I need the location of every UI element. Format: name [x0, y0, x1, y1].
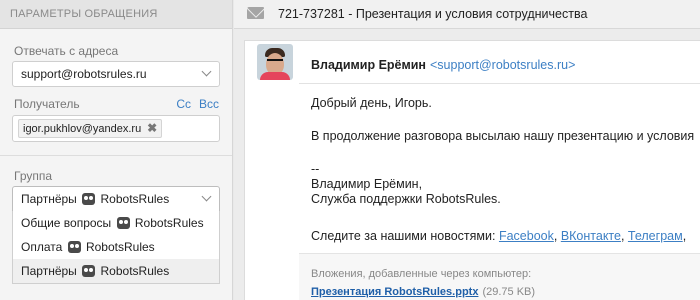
group-select[interactable]: Партнёры RobotsRules — [12, 186, 220, 212]
reply-from-label: Отвечать с адреса — [14, 44, 119, 58]
sender-email[interactable]: <support@robotsrules.ru> — [430, 58, 575, 72]
greeting-line: Добрый день, Игорь. — [311, 96, 432, 110]
remove-recipient-icon[interactable]: ✖ — [147, 121, 157, 135]
facebook-link[interactable]: Facebook — [499, 229, 554, 243]
reply-from-value: support@robotsrules.ru — [21, 67, 147, 81]
group-option-brand: RobotsRules — [100, 264, 170, 278]
recipient-label: Получатель — [14, 97, 80, 111]
sender-name: Владимир Ерёмин — [311, 58, 426, 72]
intro-line: В продолжение разговора высылаю нашу пре… — [311, 129, 695, 143]
group-option-label: Общие вопросы — [21, 216, 112, 230]
section-divider — [0, 155, 232, 156]
bcc-link[interactable]: Bcc — [199, 97, 219, 111]
signature-name: Владимир Ерёмин, — [311, 177, 423, 191]
chevron-down-icon — [201, 66, 212, 77]
robot-logo-icon — [82, 193, 96, 205]
recipient-field[interactable]: igor.pukhlov@yandex.ru ✖ — [12, 115, 220, 142]
ticket-title: 721-737281 - Презентация и условия сотру… — [278, 7, 588, 21]
robot-logo-icon — [82, 265, 96, 277]
ticket-params-panel: ПАРАМЕТРЫ ОБРАЩЕНИЯ Отвечать с адреса su… — [0, 0, 233, 300]
panel-header: ПАРАМЕТРЫ ОБРАЩЕНИЯ — [0, 0, 232, 29]
recipient-chip[interactable]: igor.pukhlov@yandex.ru ✖ — [18, 119, 163, 138]
telegram-link[interactable]: Телеграм — [628, 229, 683, 243]
envelope-icon — [247, 7, 264, 19]
attachments-label: Вложения, добавленные через компьютер: — [311, 268, 532, 280]
vk-link[interactable]: ВКонтакте — [561, 229, 621, 243]
group-selected-value: Партнёры — [21, 192, 77, 206]
robot-logo-icon — [67, 241, 81, 253]
signature-team: Служба поддержки RobotsRules. — [311, 192, 501, 206]
social-line: Следите за нашими новостями: Facebook, В… — [311, 229, 687, 243]
avatar — [257, 44, 293, 80]
group-dropdown-list: Общие вопросы RobotsRules Оплата RobotsR… — [12, 211, 220, 284]
recipient-chip-label: igor.pukhlov@yandex.ru — [23, 123, 142, 135]
attachment-size: (29.75 KB) — [482, 286, 536, 298]
cc-link[interactable]: Cc — [176, 97, 191, 111]
group-option-brand: RobotsRules — [85, 240, 155, 254]
attachments-section: Вложения, добавленные через компьютер: П… — [299, 253, 700, 300]
ticket-thread: 721-737281 - Презентация и условия сотру… — [234, 0, 700, 300]
sender-line: Владимир Ерёмин <support@robotsrules.ru> — [311, 58, 575, 72]
group-selected-brand: RobotsRules — [100, 192, 170, 206]
group-option-partners[interactable]: Партнёры RobotsRules — [13, 259, 219, 283]
attachment-item: Презентация RobotsRules.pptx (29.75 KB) — [311, 286, 535, 298]
signature-dash: -- — [311, 162, 320, 176]
group-option-brand: RobotsRules — [134, 216, 204, 230]
message-body: Добрый день, Игорь. В продолжение разгов… — [311, 96, 700, 244]
group-option-payment[interactable]: Оплата RobotsRules — [13, 235, 219, 259]
chevron-down-icon — [201, 191, 212, 202]
group-option-general[interactable]: Общие вопросы RobotsRules — [13, 211, 219, 235]
message-card: Владимир Ерёмин <support@robotsrules.ru> … — [244, 40, 700, 300]
attachment-link[interactable]: Презентация RobotsRules.pptx — [311, 286, 478, 298]
cc-bcc-links: Cc Bcc — [168, 97, 219, 111]
header-divider — [299, 83, 700, 84]
group-label: Группа — [14, 169, 53, 183]
robot-logo-icon — [116, 217, 130, 229]
reply-from-select[interactable]: support@robotsrules.ru — [12, 61, 220, 87]
group-option-label: Оплата — [21, 240, 63, 254]
ticket-title-bar: 721-737281 - Презентация и условия сотру… — [234, 0, 700, 29]
social-intro: Следите за нашими новостями: — [311, 229, 496, 243]
group-option-label: Партнёры — [21, 264, 77, 278]
